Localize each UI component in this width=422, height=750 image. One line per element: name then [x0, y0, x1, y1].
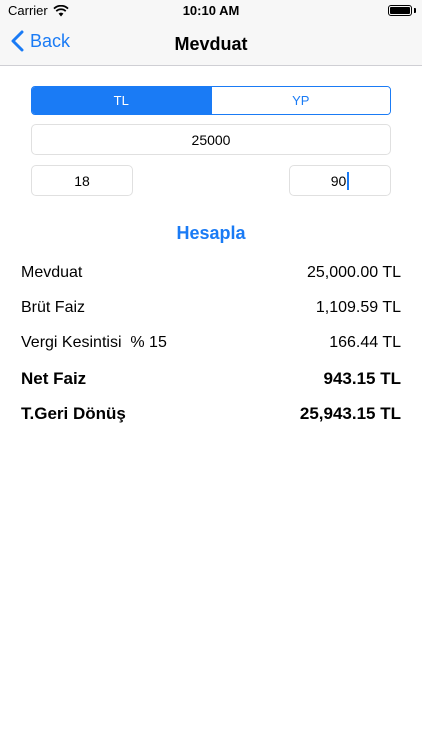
- battery-tip: [414, 8, 416, 13]
- result-value: 943.15 TL: [323, 369, 402, 388]
- days-input[interactable]: 18: [31, 165, 133, 196]
- rate-input[interactable]: 90: [289, 165, 391, 196]
- battery-icon: [388, 5, 412, 16]
- page-title: Mevduat: [174, 34, 248, 54]
- amount-value: 25000: [191, 131, 231, 148]
- rate-value: 90: [330, 172, 347, 189]
- days-value: 18: [74, 172, 90, 189]
- navigation-bar: Back Mevduat: [0, 22, 422, 66]
- result-row-gross-interest: Brüt Faiz 1,109.59 TL: [21, 299, 401, 317]
- result-value: 25,943.15 TL: [299, 404, 401, 423]
- segment-yp[interactable]: YP: [210, 87, 390, 114]
- result-row-total-return: T.Geri Dönüş 25,943.15 TL: [21, 404, 401, 424]
- amount-input[interactable]: 25000: [31, 124, 391, 155]
- result-value: 1,109.59 TL: [315, 299, 401, 316]
- calculate-button[interactable]: Hesapla: [0, 223, 422, 244]
- result-row-tax: Vergi Kesintisi % 15 166.44 TL: [21, 334, 401, 352]
- status-bar: Carrier 10:10 AM: [0, 0, 422, 22]
- result-row-net-interest: Net Faiz 943.15 TL: [21, 369, 401, 389]
- result-label: Vergi Kesintisi % 15: [21, 334, 167, 351]
- result-row-deposit: Mevduat 25,000.00 TL: [21, 264, 401, 282]
- result-label: Brüt Faiz: [21, 299, 86, 316]
- segment-tl[interactable]: TL: [32, 87, 211, 114]
- status-time: 10:10 AM: [182, 3, 240, 18]
- text-cursor: [347, 171, 350, 190]
- result-label: Mevduat: [21, 264, 83, 281]
- result-label: Net Faiz: [21, 369, 87, 388]
- result-label: T.Geri Dönüş: [21, 404, 126, 423]
- currency-segmented-control: TL YP: [31, 86, 391, 115]
- result-value: 25,000.00 TL: [306, 264, 401, 281]
- result-value: 166.44 TL: [329, 334, 401, 351]
